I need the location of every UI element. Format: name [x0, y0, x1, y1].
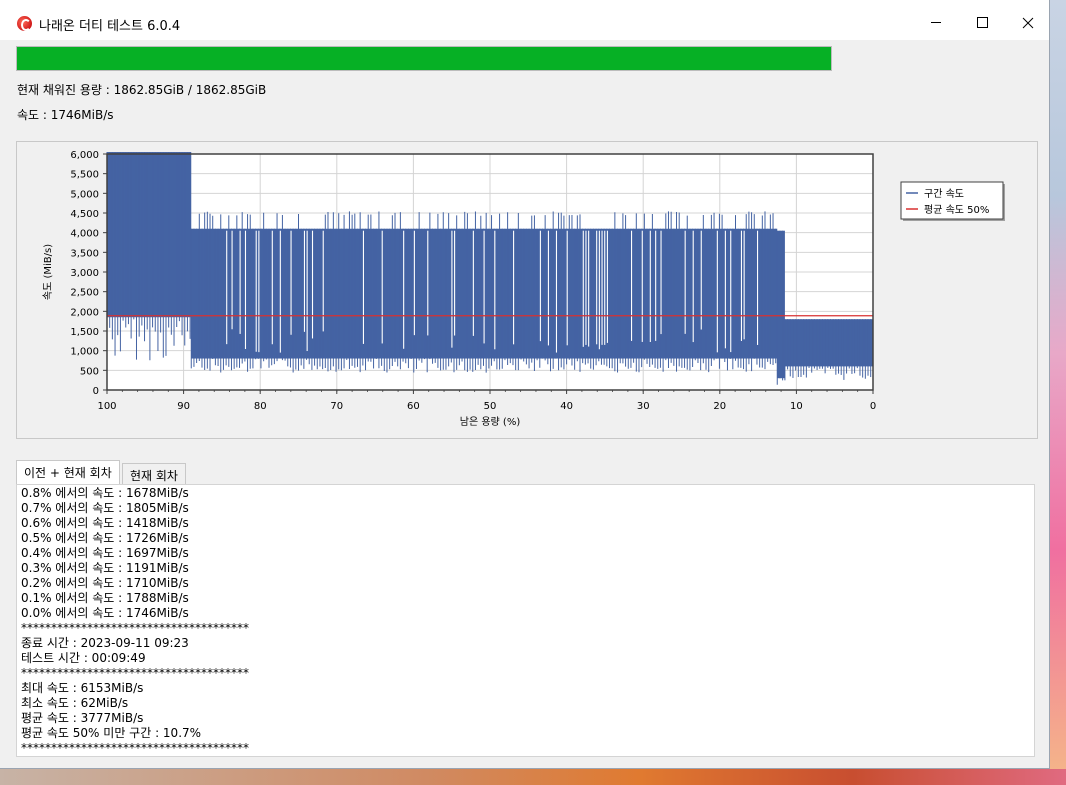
tab-current-round[interactable]: 현재 회차 [122, 463, 186, 484]
log-line: 종료 시간 : 2023-09-11 09:23 [21, 636, 189, 650]
fill-progress-bar [16, 46, 832, 71]
y-tick-label: 4,500 [70, 209, 99, 220]
x-tick-label: 80 [254, 401, 267, 412]
x-tick-label: 20 [713, 401, 726, 412]
legend-label: 구간 속도 [924, 188, 964, 200]
speed-chart-panel: 6,000 5,500 5,000 4,500 4,000 3,500 3,000 2,500… [16, 141, 1038, 439]
x-axis-label: 남은 용량 (%) [460, 416, 521, 428]
y-tick-label: 2,000 [70, 307, 99, 318]
progress-fill [17, 47, 831, 70]
log-line: 테스트 시간 : 00:09:49 [21, 651, 146, 665]
log-line: 평균 속도 : 3777MiB/s [21, 711, 144, 725]
y-tick-label: 5,000 [70, 189, 99, 200]
x-tick-label: 90 [177, 401, 190, 412]
desktop-wallpaper-right [1050, 0, 1066, 785]
log-line: 0.1% 에서의 속도 : 1788MiB/s [21, 591, 189, 605]
window-title: 나래온 더티 테스트 6.0.4 [39, 19, 181, 34]
log-line: 0.3% 에서의 속도 : 1191MiB/s [21, 561, 189, 575]
minimize-button[interactable] [913, 8, 959, 38]
app-logo-icon [17, 16, 32, 31]
y-tick-label: 3,500 [70, 248, 99, 259]
log-line: 최소 속도 : 62MiB/s [21, 696, 129, 710]
close-icon [1022, 17, 1034, 29]
x-tick-label: 70 [330, 401, 343, 412]
app-window: 나래온 더티 테스트 6.0.4 현재 채워진 용량 : 1862.85GiB … [0, 0, 1050, 769]
log-line: 0.5% 에서의 속도 : 1726MiB/s [21, 531, 189, 545]
speed-chart: 6,000 5,500 5,000 4,500 4,000 3,500 3,000 2,500… [42, 150, 1005, 428]
log-line: ************************************** [21, 621, 249, 635]
x-tick-label: 30 [637, 401, 650, 412]
x-tick-label: 60 [407, 401, 420, 412]
close-button[interactable] [1005, 8, 1051, 38]
title-bar[interactable]: 나래온 더티 테스트 6.0.4 [0, 0, 1049, 40]
y-tick-label: 1,500 [70, 327, 99, 338]
y-tick-label: 1,000 [70, 347, 99, 358]
x-tick-label: 0 [870, 401, 876, 412]
y-tick-label: 2,500 [70, 288, 99, 299]
log-line: 최대 속도 : 6153MiB/s [21, 681, 144, 695]
x-tick-label: 50 [484, 401, 497, 412]
log-line: ************************************** [21, 741, 249, 755]
y-tick-label: 4,000 [70, 229, 99, 240]
log-textbox[interactable]: 0.8% 에서의 속도 : 1678MiB/s 0.7% 에서의 속도 : 180… [16, 484, 1035, 757]
y-tick-label: 3,000 [70, 268, 99, 279]
y-tick-label: 5,500 [70, 170, 99, 181]
y-tick-label: 6,000 [70, 150, 99, 161]
log-line: 0.6% 에서의 속도 : 1418MiB/s [21, 516, 189, 530]
y-tick-label: 0 [93, 386, 99, 397]
log-line: 0.7% 에서의 속도 : 1805MiB/s [21, 501, 189, 515]
x-tick-label: 40 [560, 401, 573, 412]
capacity-status: 현재 채워진 용량 : 1862.85GiB / 1862.85GiB [17, 83, 267, 97]
tab-all-rounds[interactable]: 이전 + 현재 회차 [16, 460, 120, 485]
log-line: 평균 속도 50% 미만 구간 : 10.7% [21, 726, 202, 740]
desktop-wallpaper-bottom [0, 769, 1066, 785]
log-line: 0.4% 에서의 속도 : 1697MiB/s [21, 546, 189, 560]
log-line: 0.8% 에서의 속도 : 1678MiB/s [21, 486, 189, 500]
y-tick-label: 500 [80, 366, 99, 377]
x-tick-label: 100 [97, 401, 116, 412]
speed-series-body [107, 152, 192, 318]
log-line: 0.2% 에서의 속도 : 1710MiB/s [21, 576, 189, 590]
speed-status: 속도 : 1746MiB/s [17, 108, 114, 122]
log-line: 0.0% 에서의 속도 : 1746MiB/s [21, 606, 189, 620]
maximize-button[interactable] [959, 8, 1005, 38]
legend-label: 평균 속도 50% [924, 204, 989, 216]
x-axis-ticks: 100 90 80 70 60 50 40 30 20 10 0 [97, 390, 876, 412]
speed-series-body [777, 230, 785, 379]
y-axis-ticks: 6,000 5,500 5,000 4,500 4,000 3,500 3,000 2,500… [70, 150, 107, 397]
log-line: ************************************** [21, 666, 249, 680]
chart-legend: 구간 속도평균 속도 50% [900, 181, 1005, 221]
x-tick-label: 10 [790, 401, 803, 412]
y-axis-label: 속도 (MiB/s) [42, 244, 54, 300]
